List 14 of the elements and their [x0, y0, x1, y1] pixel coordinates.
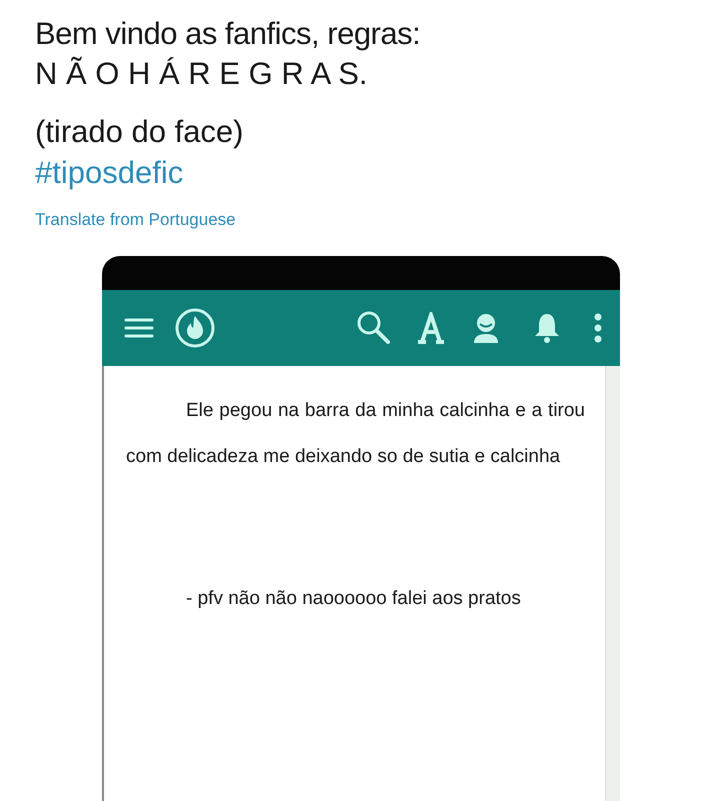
- tweet-text: (tirado do face): [35, 113, 244, 151]
- more-icon[interactable]: [594, 313, 602, 343]
- tweet-text: N Ã O H Á R E G R A S.: [35, 55, 368, 93]
- search-icon[interactable]: [356, 310, 392, 346]
- letter-icon[interactable]: [416, 312, 446, 344]
- flame-icon[interactable]: [174, 307, 216, 349]
- hashtag-link[interactable]: #tiposdefic: [35, 152, 184, 194]
- user-icon[interactable]: [472, 312, 500, 344]
- bell-icon[interactable]: [534, 312, 560, 344]
- translate-link[interactable]: Translate from Portuguese: [35, 210, 236, 230]
- tweet-text: Bem vindo as fanfics, regras:: [35, 15, 422, 53]
- story-paragraph: - pfv não não naoooooo falei aos pratos: [185, 587, 522, 611]
- menu-icon[interactable]: [124, 317, 154, 339]
- story-paragraph: Ele pegou na barra da minha calcinha e a tirou com delicadeza me deixando so de sutia e calcinha: [126, 399, 585, 469]
